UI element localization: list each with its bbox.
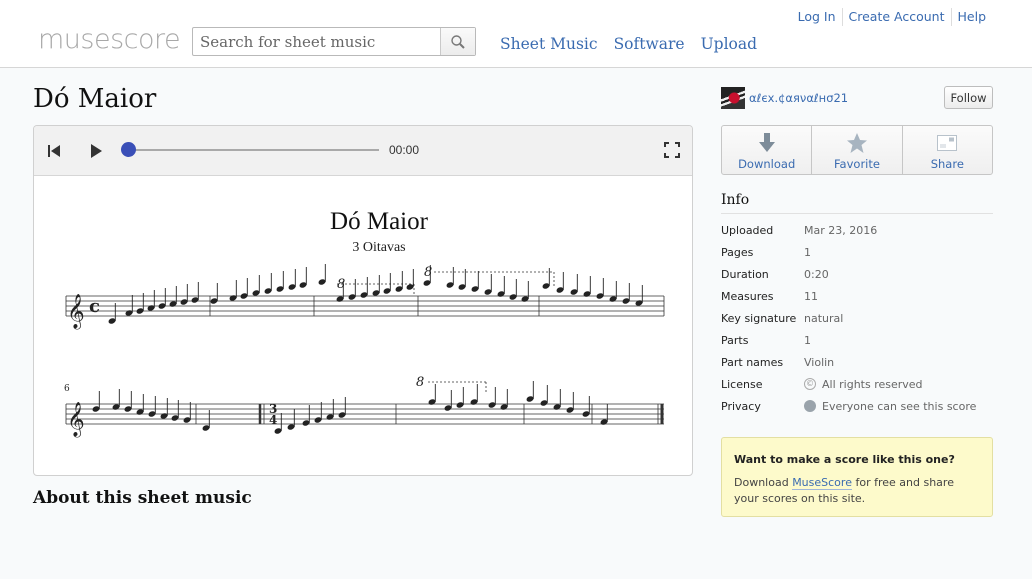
info-value: Violin — [804, 355, 835, 369]
info-heading: Info — [721, 192, 993, 214]
treble-clef-icon: 𝄞 — [67, 402, 85, 438]
info-value: 0:20 — [804, 267, 829, 281]
share-button[interactable]: Share — [901, 126, 992, 174]
score-actions: Download Favorite Share — [721, 125, 993, 175]
promo-text: Download MuseScore for free and share yo… — [734, 475, 980, 507]
favorite-button[interactable]: Favorite — [811, 126, 901, 174]
score-player: 00:00 Dó Maior 3 Oitavas 𝄞 c 𝄞 3 4 6 8 8… — [33, 125, 693, 476]
nav-software[interactable]: Software — [614, 35, 685, 53]
player-controls: 00:00 — [34, 126, 692, 176]
nav-sheet-music[interactable]: Sheet Music — [500, 35, 598, 53]
info-value: 11 — [804, 289, 818, 303]
main-nav: Sheet Music Software Upload — [500, 35, 757, 53]
info-value: 1 — [804, 245, 811, 259]
copyright-icon: © — [804, 378, 816, 390]
search-button[interactable] — [440, 28, 475, 55]
info-row-uploaded: Uploaded Mar 23, 2016 — [721, 219, 976, 241]
time-signature-bottom: 4 — [269, 413, 277, 427]
promo-text-before: Download — [734, 476, 793, 489]
info-label: Uploaded — [721, 223, 774, 237]
nav-upload[interactable]: Upload — [701, 35, 757, 53]
sheet-music-page[interactable]: Dó Maior 3 Oitavas 𝄞 c 𝄞 3 4 6 8 8 8 — [34, 176, 692, 475]
info-value: © All rights reserved — [804, 378, 923, 391]
search-icon — [451, 34, 465, 49]
ottava-mark: 8 — [416, 375, 424, 390]
globe-icon — [804, 400, 816, 412]
info-row-parts: Parts 1 — [721, 329, 976, 351]
promo-title: Want to make a score like this one? — [734, 453, 955, 466]
license-value: All rights reserved — [822, 377, 923, 391]
info-row-key-signature: Key signature natural — [721, 307, 976, 329]
info-label: License — [721, 377, 763, 391]
page-title: Dó Maior — [33, 84, 157, 114]
promo-box: Want to make a score like this one? Down… — [721, 437, 993, 517]
play-icon[interactable] — [88, 143, 104, 159]
info-table: Uploaded Mar 23, 2016 Pages 1 Duration 0:20… — [721, 219, 976, 417]
info-label: Measures — [721, 289, 774, 303]
follow-button[interactable]: Follow — [944, 86, 993, 109]
ottava-mark: 8 — [424, 265, 432, 280]
progress-knob[interactable] — [121, 142, 136, 157]
treble-clef-icon: 𝄞 — [67, 294, 85, 330]
author-name[interactable]: αℓєx.¢αяναℓнσ21 — [749, 91, 848, 105]
download-arrow-icon — [758, 133, 775, 152]
info-row-license: License © All rights reserved — [721, 373, 976, 395]
info-label: Pages — [721, 245, 754, 259]
star-icon — [846, 133, 867, 153]
about-heading: About this sheet music — [33, 488, 252, 508]
download-label: Download — [738, 157, 796, 171]
info-row-pages: Pages 1 — [721, 241, 976, 263]
music-notation: 𝄞 c 𝄞 3 4 6 8 8 8 — [64, 264, 665, 438]
author[interactable]: αℓєx.¢αяναℓнσ21 — [721, 87, 848, 109]
info-label: Parts — [721, 333, 749, 347]
share-label: Share — [930, 157, 964, 171]
account-nav: Log In Create Account Help — [792, 8, 992, 26]
avatar[interactable] — [721, 87, 745, 109]
logo-text: musescore — [38, 24, 181, 55]
share-card-icon — [937, 135, 958, 151]
search-box — [192, 27, 476, 56]
info-value: Mar 23, 2016 — [804, 223, 878, 237]
search-input[interactable] — [193, 28, 441, 55]
help-link[interactable]: Help — [950, 8, 993, 26]
privacy-value: Everyone can see this score — [822, 399, 977, 413]
site-header: musescore Log In Create Account Help She… — [0, 0, 1032, 68]
info-label: Duration — [721, 267, 769, 281]
info-label: Privacy — [721, 399, 761, 413]
favorite-label: Favorite — [834, 157, 880, 171]
info-value: Everyone can see this score — [804, 400, 976, 413]
download-button[interactable]: Download — [722, 126, 811, 174]
info-row-duration: Duration 0:20 — [721, 263, 976, 285]
ottava-mark: 8 — [337, 277, 345, 292]
info-value: 1 — [804, 333, 811, 347]
musescore-download-link[interactable]: MuseScore — [792, 476, 852, 490]
info-value: natural — [804, 311, 844, 325]
measure-number: 6 — [64, 384, 70, 394]
info-label: Key signature — [721, 311, 797, 325]
fullscreen-icon[interactable] — [664, 142, 680, 158]
info-label: Part names — [721, 355, 784, 369]
playback-time: 00:00 — [389, 143, 420, 157]
info-row-part-names: Part names Violin — [721, 351, 976, 373]
info-row-measures: Measures 11 — [721, 285, 976, 307]
create-account-link[interactable]: Create Account — [841, 8, 951, 26]
info-row-privacy: Privacy Everyone can see this score — [721, 395, 976, 417]
musescore-logo[interactable]: musescore — [38, 24, 181, 55]
login-link[interactable]: Log In — [792, 8, 842, 26]
skip-to-start-icon[interactable] — [46, 143, 62, 159]
progress-track[interactable] — [129, 149, 379, 151]
common-time-icon: c — [89, 296, 100, 317]
